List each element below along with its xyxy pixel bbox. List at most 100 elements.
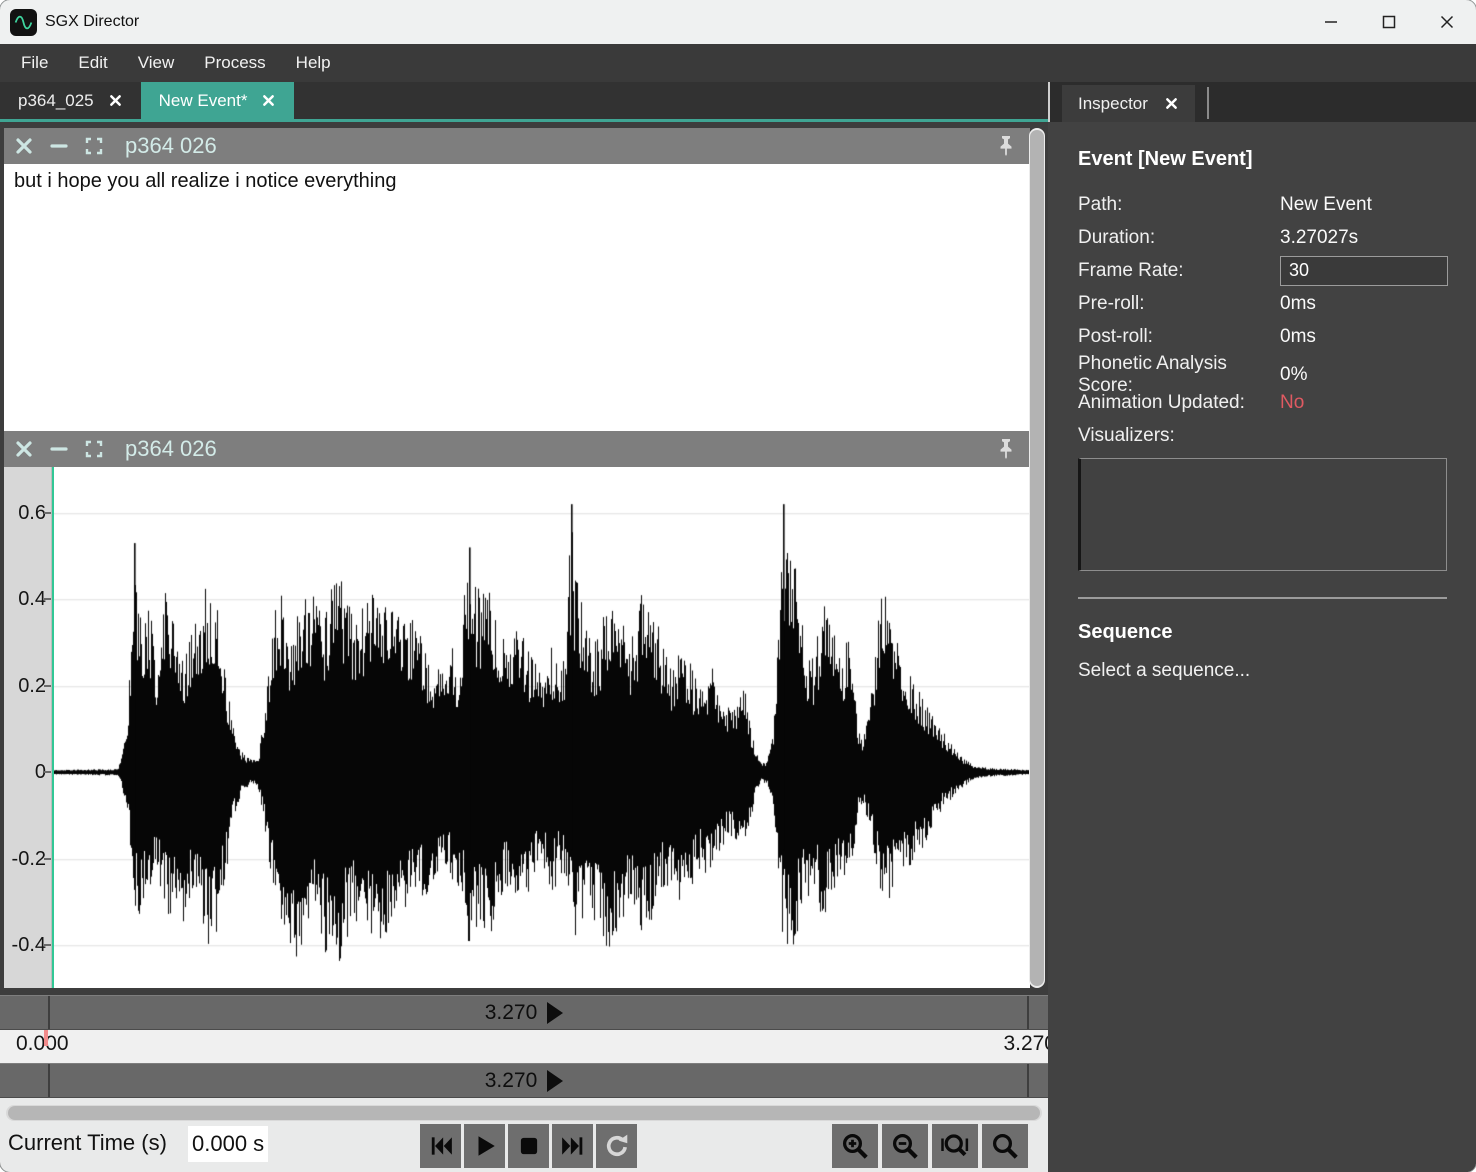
play-icon[interactable]	[547, 1002, 563, 1024]
panel-title: p364 026	[125, 133, 217, 159]
document-tab-strip: p364_025 New Event*	[0, 82, 1048, 122]
skip-to-end-button[interactable]	[552, 1124, 593, 1168]
slider-handle-left[interactable]	[48, 996, 50, 1029]
slider-handle-right[interactable]	[1027, 1064, 1029, 1097]
panel-expand-icon[interactable]	[84, 439, 104, 459]
horizontal-scrollbar[interactable]	[6, 1105, 1042, 1121]
current-time-input[interactable]	[188, 1126, 268, 1162]
play-button[interactable]	[464, 1124, 505, 1168]
maximize-button[interactable]	[1360, 0, 1418, 44]
inspector-heading: Event [New Event]	[1078, 148, 1448, 170]
y-axis-tick-mark	[44, 598, 51, 600]
transport-controls	[420, 1124, 637, 1168]
menu-file[interactable]: File	[6, 44, 63, 82]
field-phonetic-score: Phonetic Analysis Score: 0%	[1078, 353, 1448, 386]
frame-rate-input[interactable]	[1280, 256, 1448, 286]
app-window: SGX Director File Edit View Process Help…	[0, 0, 1476, 1172]
field-value: 0ms	[1280, 293, 1448, 315]
close-icon	[1439, 14, 1455, 30]
waveform-body: 0.60.40.20-0.2-0.4	[4, 467, 1030, 988]
y-axis-tick-mark	[44, 858, 51, 860]
transcript-text: but i hope you all realize i notice ever…	[4, 164, 1030, 199]
field-label: Post-roll:	[1078, 326, 1280, 348]
stop-button[interactable]	[508, 1124, 549, 1168]
skip-to-end-icon	[560, 1133, 586, 1159]
waveform-canvas[interactable]	[52, 467, 1030, 988]
y-axis-tick-label: 0	[4, 759, 46, 785]
y-axis-tick-mark	[44, 944, 51, 946]
field-animation-updated: Animation Updated: No	[1078, 386, 1448, 419]
slider-handle-right[interactable]	[1027, 996, 1029, 1029]
transcript-body[interactable]: but i hope you all realize i notice ever…	[4, 164, 1030, 431]
zoom-out-button[interactable]	[882, 1124, 928, 1168]
window-title: SGX Director	[45, 13, 139, 31]
y-axis-tick-mark	[44, 685, 51, 687]
ruler-start-time: 0.000	[16, 1032, 69, 1056]
zoom-to-selection-button[interactable]	[932, 1124, 978, 1168]
transcript-panel-header: p364 026	[4, 128, 1030, 164]
minimize-icon	[1323, 14, 1339, 30]
panel-expand-icon[interactable]	[84, 136, 104, 156]
waveform-plot[interactable]	[52, 467, 1030, 988]
close-tab-icon[interactable]	[108, 93, 123, 108]
field-value: New Event	[1280, 194, 1448, 216]
tab-strip: p364_025 New Event* Inspector	[0, 82, 1476, 122]
vertical-scrollbar-thumb[interactable]	[1030, 130, 1044, 986]
document-area: p364 026 but i hope you all realize i no…	[0, 122, 1048, 1172]
panel-minimize-icon[interactable]	[49, 439, 69, 459]
panel-minimize-icon[interactable]	[49, 136, 69, 156]
loop-button[interactable]	[596, 1124, 637, 1168]
ruler-playhead-marker[interactable]	[44, 1030, 48, 1046]
zoom-fit-button[interactable]	[982, 1124, 1028, 1168]
vertical-scrollbar[interactable]	[1029, 128, 1045, 988]
y-axis-gutter: 0.60.40.20-0.2-0.4	[4, 467, 52, 988]
menu-process[interactable]: Process	[189, 44, 280, 82]
play-icon[interactable]	[547, 1070, 563, 1092]
visualizers-list[interactable]	[1078, 458, 1447, 571]
timeline-range-slider-bottom[interactable]: 3.270	[0, 1063, 1048, 1098]
y-axis-tick-label: -0.4	[4, 932, 46, 958]
tab-p364-025[interactable]: p364_025	[0, 82, 141, 119]
zoom-in-button[interactable]	[832, 1124, 878, 1168]
sequence-placeholder: Select a sequence...	[1078, 660, 1448, 682]
zoom-out-icon	[890, 1131, 920, 1161]
field-label: Animation Updated:	[1078, 392, 1280, 414]
tab-separator	[1207, 87, 1209, 119]
close-window-button[interactable]	[1418, 0, 1476, 44]
waveform-panel-header: p364 026	[4, 431, 1030, 467]
menu-view[interactable]: View	[123, 44, 190, 82]
stop-icon	[516, 1133, 542, 1159]
menu-edit[interactable]: Edit	[63, 44, 122, 82]
tab-new-event[interactable]: New Event*	[141, 82, 295, 119]
tab-inspector[interactable]: Inspector	[1062, 85, 1195, 122]
menu-help[interactable]: Help	[281, 44, 346, 82]
loop-icon	[604, 1133, 630, 1159]
field-label: Phonetic Analysis Score:	[1078, 353, 1280, 397]
close-tab-icon[interactable]	[261, 93, 276, 108]
time-ruler[interactable]: 0.000 3.270	[0, 1030, 1048, 1063]
pin-icon[interactable]	[996, 438, 1016, 460]
zoom-to-selection-icon	[940, 1131, 970, 1161]
window-controls	[1302, 0, 1476, 44]
playhead-line[interactable]	[52, 467, 54, 988]
inspector-panel: Event [New Event] Path: New Event Durati…	[1048, 122, 1476, 1172]
panel-close-icon[interactable]	[14, 136, 34, 156]
minimize-button[interactable]	[1302, 0, 1360, 44]
close-tab-icon[interactable]	[1164, 96, 1179, 111]
transcript-panel: p364 026 but i hope you all realize i no…	[4, 128, 1030, 431]
tab-label: Inspector	[1078, 94, 1148, 114]
title-bar: SGX Director	[0, 0, 1476, 44]
slider-handle-left[interactable]	[48, 1064, 50, 1097]
app-logo-icon	[10, 9, 37, 36]
timeline-range-slider-top[interactable]: 3.270	[0, 995, 1048, 1030]
y-axis-tick-label: 0.2	[4, 673, 46, 699]
pin-icon[interactable]	[996, 135, 1016, 157]
horizontal-scrollbar-thumb[interactable]	[8, 1106, 1040, 1120]
panel-close-icon[interactable]	[14, 439, 34, 459]
field-post-roll: Post-roll: 0ms	[1078, 320, 1448, 353]
current-time-label: Current Time (s)	[8, 1130, 167, 1156]
field-duration: Duration: 3.27027s	[1078, 221, 1448, 254]
panel-title: p364 026	[125, 436, 217, 462]
section-divider	[1078, 597, 1447, 599]
skip-to-start-button[interactable]	[420, 1124, 461, 1168]
